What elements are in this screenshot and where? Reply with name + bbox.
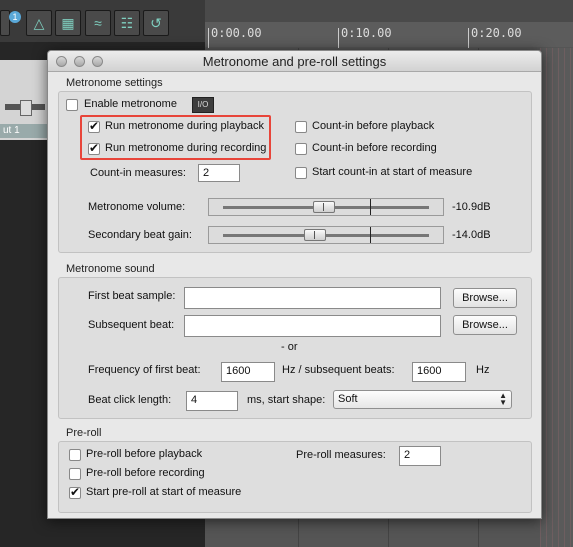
preroll-start-measure-checkbox[interactable] [69, 485, 81, 499]
preroll-measures-input[interactable]: 2 [399, 446, 441, 466]
count-in-measures-label: Count-in measures: [90, 167, 186, 179]
slider-handle[interactable] [313, 201, 335, 213]
track-fader-knob[interactable] [20, 100, 32, 116]
or-separator: - or [281, 341, 298, 353]
slider-default-mark [370, 199, 371, 215]
loop-icon-button[interactable]: ↺ [143, 10, 169, 36]
io-button[interactable]: I/O [192, 97, 214, 113]
ruler-label: 0:00.00 [211, 26, 262, 40]
badge-count: 1 [9, 11, 21, 23]
dialog-titlebar[interactable]: Metronome and pre-roll settings [48, 51, 541, 72]
slider-handle[interactable] [304, 229, 326, 241]
metronome-volume-value: -10.9dB [452, 201, 491, 213]
run-during-recording-checkbox[interactable] [88, 141, 100, 155]
snap-grid-icon: ☷ [120, 14, 134, 31]
first-beat-sample-input[interactable] [184, 287, 441, 309]
count-in-recording-checkbox[interactable] [295, 143, 307, 155]
slider-track [223, 234, 429, 237]
select-arrows-icon: ▲ ▼ [499, 391, 507, 407]
grid-icon: ▦ [61, 14, 75, 31]
frequency-subsequent-input[interactable]: 1600 [412, 362, 466, 382]
preroll-recording-checkbox[interactable] [69, 468, 81, 480]
hz-unit-label: Hz [476, 364, 490, 376]
count-in-measures-input[interactable]: 2 [198, 164, 240, 182]
ruler-label: 0:20.00 [471, 26, 522, 40]
count-in-recording-label[interactable]: Count-in before recording [312, 142, 437, 154]
run-during-playback-checkbox[interactable] [88, 119, 100, 133]
ruler-tick [208, 28, 209, 48]
dialog-title: Metronome and pre-roll settings [202, 54, 387, 69]
slider-default-mark [370, 227, 371, 243]
browse-first-beat-button[interactable]: Browse... [453, 288, 517, 308]
subsequent-beat-label: Subsequent beat: [88, 319, 175, 331]
ruler-top [205, 0, 573, 23]
metronome-icon-button[interactable]: △ [26, 10, 52, 36]
grid-icon-button[interactable]: ▦ [55, 10, 81, 36]
metronome-volume-label: Metronome volume: [88, 201, 186, 213]
frequency-first-beat-label: Frequency of first beat: [88, 364, 201, 376]
browse-subsequent-beat-button[interactable]: Browse... [453, 315, 517, 335]
count-in-playback-label[interactable]: Count-in before playback [312, 120, 434, 132]
first-beat-sample-label: First beat sample: [88, 290, 176, 302]
run-during-playback-label[interactable]: Run metronome during playback [105, 120, 264, 132]
envelope-icon: ≈ [94, 15, 102, 31]
snap-grid-icon-button[interactable]: ☷ [114, 10, 140, 36]
enable-metronome-label[interactable]: Enable metronome [84, 98, 177, 110]
preroll-measures-label: Pre-roll measures: [296, 449, 386, 461]
ruler-label: 0:10.00 [341, 26, 392, 40]
envelope-icon-button[interactable]: ≈ [85, 10, 111, 36]
preroll-recording-label[interactable]: Pre-roll before recording [86, 467, 205, 479]
subsequent-beat-input[interactable] [184, 315, 441, 337]
loop-icon: ↺ [150, 14, 162, 31]
frequency-first-beat-input[interactable]: 1600 [221, 362, 275, 382]
enable-metronome-checkbox[interactable] [66, 99, 78, 111]
section-label-preroll: Pre-roll [66, 427, 102, 439]
beat-click-length-label: Beat click length: [88, 394, 172, 406]
start-count-in-label[interactable]: Start count-in at start of measure [312, 166, 472, 178]
frequency-subsequent-label: Hz / subsequent beats: [282, 364, 395, 376]
start-shape-label: ms, start shape: [247, 394, 326, 406]
section-label-metronome-settings: Metronome settings [66, 77, 163, 89]
run-during-recording-label[interactable]: Run metronome during recording [105, 142, 266, 154]
start-shape-value: Soft [338, 393, 358, 405]
metronome-dialog: Metronome and pre-roll settings Metronom… [47, 50, 542, 519]
timeline-grid [540, 48, 573, 547]
metronome-icon: △ [33, 14, 45, 31]
ruler-tick [468, 28, 469, 48]
preroll-start-measure-label[interactable]: Start pre-roll at start of measure [86, 486, 241, 498]
start-count-in-checkbox[interactable] [295, 167, 307, 179]
count-in-playback-checkbox[interactable] [295, 121, 307, 133]
secondary-beat-gain-label: Secondary beat gain: [88, 229, 192, 241]
start-shape-select[interactable]: Soft ▲ ▼ [333, 390, 512, 409]
secondary-beat-gain-slider[interactable] [208, 226, 444, 244]
preroll-playback-label[interactable]: Pre-roll before playback [86, 448, 202, 460]
preroll-playback-checkbox[interactable] [69, 449, 81, 461]
metronome-volume-slider[interactable] [208, 198, 444, 216]
secondary-beat-gain-value: -14.0dB [452, 229, 491, 241]
ruler-tick [338, 28, 339, 48]
beat-click-length-input[interactable]: 4 [186, 391, 238, 411]
daw-toolbar: 1 △ ▦ ≈ ☷ ↺ [0, 0, 205, 43]
track-name: ut 1 [0, 124, 50, 138]
section-label-metronome-sound: Metronome sound [66, 263, 155, 275]
